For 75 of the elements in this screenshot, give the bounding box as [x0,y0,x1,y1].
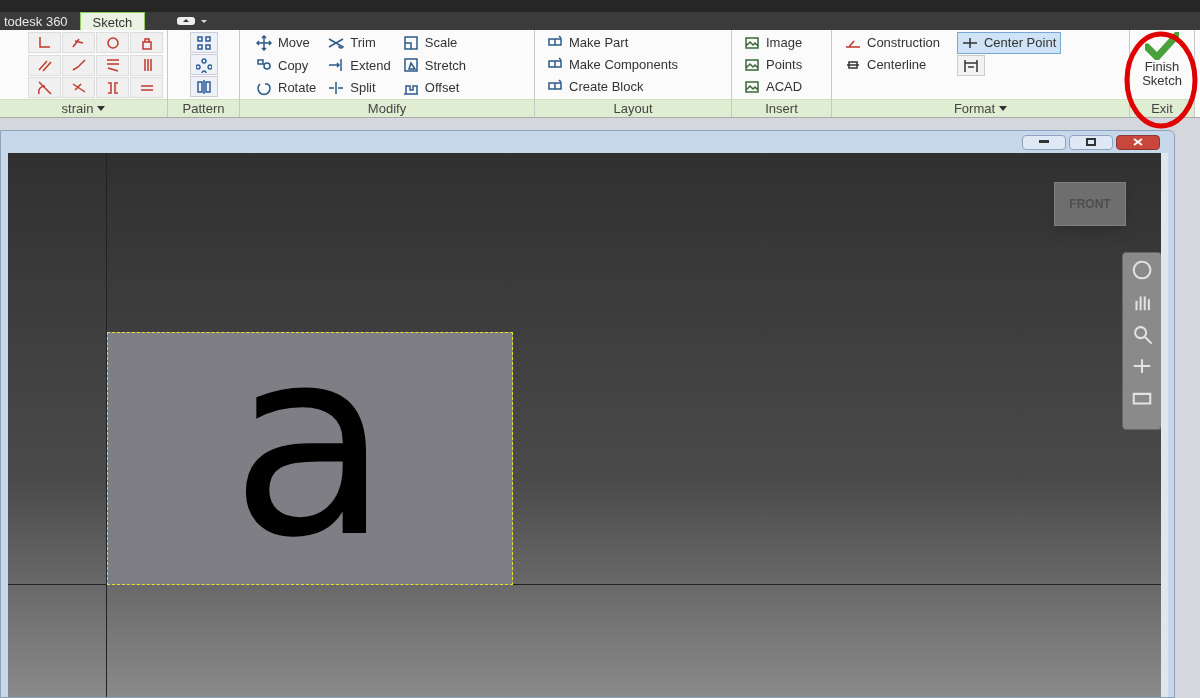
center-point-icon [962,35,978,51]
modify-tool[interactable]: Copy [252,54,321,77]
constraint-icon [104,57,121,74]
move-arrows-icon [256,35,272,51]
dimension-tool[interactable] [957,55,985,76]
close-button[interactable] [1116,134,1160,150]
constraint-icon [104,34,121,51]
pattern-icon [195,78,212,95]
scissors-icon [328,35,345,51]
panel-title: Layout [613,99,653,118]
pattern-tool[interactable] [189,32,218,53]
picture-icon [744,79,760,95]
modify-tool[interactable]: Trim [324,32,395,54]
constraint-tool[interactable] [62,77,95,99]
constraint-tool[interactable] [130,54,163,76]
modify-tool[interactable]: Stretch [398,54,470,77]
picture-icon [744,35,760,51]
panel-title: Modify [367,99,407,118]
maximize-button[interactable] [1069,134,1113,150]
panel-title: Format [953,99,996,118]
modify-tool[interactable]: Offset [398,76,470,99]
layout-tool[interactable]: Make Part [543,32,683,54]
minimize-button[interactable] [1022,134,1066,150]
finish-sketch-button[interactable]: Finish Sketch [1134,32,1190,99]
maximize-icon [1086,138,1096,146]
ribbon-tab[interactable]: Sketch [79,12,146,30]
constraint-tool[interactable] [96,77,129,99]
insert-tool[interactable]: Image [740,32,807,54]
layout-tool[interactable]: Make Components [543,54,683,76]
picture-icon [744,57,760,73]
scroll-bar[interactable] [1161,153,1168,697]
pattern-icon [195,34,212,51]
pattern-tool[interactable] [189,76,218,97]
modify-tool[interactable]: Extend [324,54,395,77]
constraint-tool[interactable] [62,32,95,53]
constraint-tool[interactable] [96,32,129,53]
extend-arrow-icon [328,57,345,74]
format-tool[interactable]: Construction [840,32,945,54]
sketch-text: a [230,333,390,573]
panel-title: strain [61,99,94,118]
close-icon [1133,138,1143,146]
constraint-tool[interactable] [130,77,163,99]
modify-tool[interactable]: Split [324,76,395,99]
panel-title: Insert [765,99,798,118]
constraint-tool[interactable] [28,32,61,53]
zoom-icon[interactable] [1131,323,1153,345]
panel-title: Pattern [182,99,225,118]
modify-tool[interactable]: Move [252,32,321,54]
modify-tool[interactable]: Scale [398,32,470,54]
sketch-text-frame[interactable]: a [107,332,513,585]
layout-tool[interactable]: Create Block [543,76,683,98]
insert-tool[interactable]: Points [740,54,807,76]
constraint-tool[interactable] [96,54,129,76]
ribbon-tab[interactable]: todesk 360 [0,12,80,30]
constraint-tool[interactable] [62,54,95,76]
dimension-icon [963,57,979,74]
constraint-icon [36,34,53,51]
ribbon-options-icon[interactable] [177,16,210,26]
minimize-icon [1039,140,1049,144]
split-line-icon [328,79,345,96]
constraint-icon [70,57,87,74]
format-tool[interactable]: Center Point [957,32,1062,54]
constraint-tool[interactable] [28,77,61,99]
modify-tool[interactable]: Rotate [252,76,321,99]
pattern-icon [195,56,212,73]
constraint-tool[interactable] [130,32,163,53]
dropdown-caret-icon[interactable] [97,106,106,111]
format-tool[interactable]: Centerline [840,54,945,76]
constraint-tool[interactable] [28,54,61,76]
pattern-tool[interactable] [189,54,218,75]
dropdown-caret-icon[interactable] [999,106,1008,111]
panel-title: Exit [1151,99,1173,118]
insert-tool[interactable]: ACAD [740,76,807,98]
checkmark-icon [1145,32,1179,60]
constraint-icon [36,79,53,96]
